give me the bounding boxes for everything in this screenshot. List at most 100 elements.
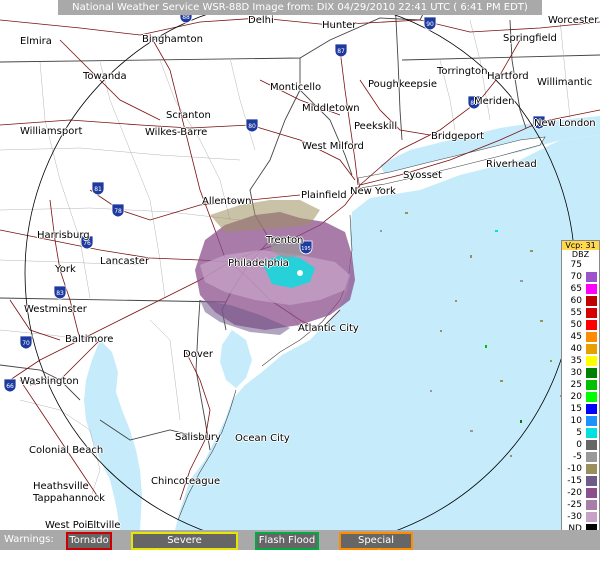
city-label: Williamsport	[20, 126, 83, 137]
legend-scale: 75 70 65 60 55 50 45 40 35 30 25 20 15 10 5 0 -5 -10 -15 -2…	[562, 259, 599, 535]
city-label: Lancaster	[100, 256, 150, 267]
legend-row: 35	[562, 355, 599, 367]
city-label: Allentown	[202, 196, 252, 207]
legend-row: 75	[562, 259, 599, 271]
legend-color-swatch	[586, 476, 597, 486]
legend-level-label: 75	[570, 260, 582, 270]
legend-row: 5	[562, 427, 599, 439]
city-label: West Milford	[302, 141, 364, 152]
city-label: Binghamton	[142, 34, 203, 45]
interstate-number: 70	[22, 340, 30, 347]
legend-color-swatch	[586, 308, 597, 318]
legend-color-swatch	[586, 356, 597, 366]
city-label: New York	[350, 186, 396, 197]
city-label: Ocean City	[235, 433, 290, 444]
city-label: Tappahannock	[33, 493, 105, 504]
legend-row: 60	[562, 295, 599, 307]
legend-color-swatch	[586, 260, 597, 270]
city-label: Monticello	[270, 82, 322, 93]
legend-color-swatch	[586, 512, 597, 522]
interstate-shield: 66	[3, 378, 17, 393]
legend-row: -30	[562, 511, 599, 523]
legend-level-label: -10	[567, 464, 582, 474]
legend-row: -15	[562, 475, 599, 487]
city-label: Hartford	[487, 71, 529, 82]
interstate-shield: 90	[423, 16, 437, 31]
city-label: Worcester	[548, 15, 599, 26]
city-label: Plainfield	[301, 190, 347, 201]
legend-row: 10	[562, 415, 599, 427]
city-label: Middletown	[302, 103, 360, 114]
legend-row: 0	[562, 439, 599, 451]
legend-color-swatch	[586, 380, 597, 390]
legend-row: 40	[562, 343, 599, 355]
city-label: Bridgeport	[431, 131, 485, 142]
city-label: Elmira	[20, 36, 52, 47]
radar-site-marker	[297, 270, 303, 276]
interstate-number: 195	[301, 246, 311, 252]
city-label: New London	[534, 118, 596, 129]
legend-color-swatch	[586, 368, 597, 378]
legend-level-label: 50	[570, 320, 582, 330]
legend-level-label: 25	[570, 380, 582, 390]
interstate-number: 83	[56, 290, 64, 297]
radar-frame: 88 90 87 84 95 80 81 78 76 195 83 70 66 Elmira Bingha…	[0, 0, 600, 560]
city-label: Scranton	[166, 110, 211, 121]
legend-color-swatch	[586, 464, 597, 474]
legend-color-swatch	[586, 296, 597, 306]
city-label: Harrisburg	[37, 230, 90, 241]
legend-color-swatch	[586, 332, 597, 342]
city-label: Washington	[20, 376, 79, 387]
delaware-bay	[220, 330, 252, 388]
legend-row: 20	[562, 391, 599, 403]
city-label: Atlantic City	[298, 323, 359, 334]
city-label: Trenton	[266, 235, 304, 246]
legend-row: -25	[562, 499, 599, 511]
legend-color-swatch	[586, 500, 597, 510]
legend-level-label: 5	[576, 428, 582, 438]
city-label: Baltimore	[65, 334, 114, 345]
city-label: Salisbury	[175, 432, 221, 443]
interstate-number: 78	[114, 208, 122, 215]
legend-color-swatch	[586, 320, 597, 330]
legend-level-label: 70	[570, 272, 582, 282]
legend-row: 15	[562, 403, 599, 415]
city-label: Willimantic	[537, 77, 593, 88]
interstate-number: 81	[94, 186, 102, 193]
legend-color-swatch	[586, 392, 597, 402]
city-label: Riverhead	[486, 159, 537, 170]
interstate-shield: 70	[19, 335, 33, 350]
legend-row: 30	[562, 367, 599, 379]
legend-level-label: 35	[570, 356, 582, 366]
legend-level-label: 10	[570, 416, 582, 426]
legend-color-swatch	[586, 440, 597, 450]
vcp-label: Vcp: 31	[562, 241, 599, 250]
legend-row: 25	[562, 379, 599, 391]
city-label: Poughkeepsie	[368, 79, 438, 90]
legend-level-label: 45	[570, 332, 582, 342]
interstate-shield: 83	[53, 285, 67, 300]
legend-level-label: -30	[567, 512, 582, 522]
legend-color-swatch	[586, 344, 597, 354]
interstate-number: 76	[83, 240, 91, 247]
city-label: Heathsville	[33, 481, 89, 492]
legend-color-swatch	[586, 272, 597, 282]
warning-key: Tornado	[66, 532, 112, 550]
interstate-number: 90	[426, 21, 434, 28]
interstate-number: 66	[6, 383, 14, 390]
interstate-shield: 81	[91, 181, 105, 196]
legend-color-swatch	[586, 428, 597, 438]
dbz-legend: Vcp: 31 DBZ 75 70 65 60 55 50 45 40 35 30 25 20 15 10…	[561, 240, 600, 543]
warning-key: Flash Flood	[255, 532, 319, 550]
warnings-bar: Warnings: Tornado Severe Thunderstorm Flas…	[0, 530, 600, 560]
legend-level-label: 15	[570, 404, 582, 414]
legend-level-label: -25	[567, 500, 582, 510]
city-label: Syosset	[403, 170, 442, 181]
city-label: Torrington	[437, 66, 488, 77]
city-label: Philadelphia	[228, 258, 289, 269]
legend-row: -10	[562, 463, 599, 475]
city-label: Towanda	[83, 71, 127, 82]
legend-level-label: 55	[570, 308, 582, 318]
city-label: Wilkes-Barre	[145, 127, 208, 138]
legend-level-label: 40	[570, 344, 582, 354]
